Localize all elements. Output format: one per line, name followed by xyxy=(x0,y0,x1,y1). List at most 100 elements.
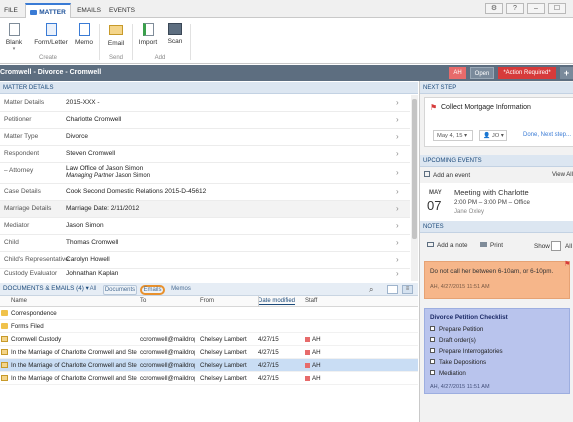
memo-button[interactable]: Memo xyxy=(73,23,95,46)
person-icon: 👤 xyxy=(483,133,491,139)
table-row-selected[interactable]: In the Marriage of Charlotte Cromwell an… xyxy=(0,359,418,372)
column-from[interactable]: From xyxy=(200,298,214,304)
folder-row[interactable]: Correspondence xyxy=(0,307,418,320)
done-next-step-link[interactable]: Done, Next step... xyxy=(523,132,571,138)
settings-button[interactable]: ⚙ xyxy=(485,3,503,14)
column-staff[interactable]: Staff xyxy=(305,298,317,304)
chevron-right-icon: › xyxy=(396,115,399,124)
maximize-button[interactable]: ☐ xyxy=(548,3,566,14)
chevron-right-icon: › xyxy=(396,149,399,158)
matter-row-matter-details[interactable]: Matter Details 2015-XXX - › xyxy=(0,95,410,112)
view-all-link[interactable]: View All xyxy=(552,172,573,178)
chevron-right-icon: › xyxy=(396,204,399,213)
column-to[interactable]: To xyxy=(140,298,146,304)
chevron-right-icon: › xyxy=(396,187,399,196)
email-button[interactable]: Email xyxy=(104,23,128,47)
print-button[interactable]: Print xyxy=(480,242,503,249)
matter-row-respondent[interactable]: Respondent Steven Cromwell › xyxy=(0,146,410,163)
next-step-date-picker[interactable]: May 4, 15 ▾ xyxy=(433,130,473,141)
filter-emails[interactable]: Emails xyxy=(140,285,165,295)
list-view-icon[interactable]: ≡ xyxy=(402,285,413,294)
envelope-icon xyxy=(109,25,123,35)
checklist-item[interactable]: Prepare Petition xyxy=(430,326,483,333)
checklist-item[interactable]: Mediation xyxy=(430,370,466,377)
checklist-item[interactable]: Prepare Interrogatories xyxy=(430,348,503,355)
checkbox[interactable] xyxy=(430,348,435,353)
checkbox[interactable] xyxy=(430,370,435,375)
folder-icon xyxy=(1,323,8,329)
show-dropdown[interactable] xyxy=(551,241,561,251)
blank-button[interactable]: Blank ▾ xyxy=(4,23,24,52)
chevron-right-icon: › xyxy=(396,168,399,177)
action-required-button[interactable]: *Action Required* xyxy=(498,67,556,79)
filter-all[interactable]: All xyxy=(87,285,99,295)
event-item[interactable]: MAY 07 Meeting with Charlotte 2:00 PM – … xyxy=(420,183,573,221)
ribbon-divider xyxy=(132,24,133,60)
matter-scrollbar[interactable] xyxy=(411,95,418,281)
filter-documents[interactable]: Documents xyxy=(103,285,137,295)
add-event-button[interactable]: Add an event xyxy=(424,171,470,179)
add-button[interactable]: + xyxy=(560,67,573,79)
staff-badge[interactable]: AH xyxy=(449,67,466,79)
assignee-picker[interactable]: 👤 JO ▾ xyxy=(479,130,507,141)
staff-color-swatch xyxy=(305,350,310,355)
note-card-checklist[interactable]: Divorce Petition Checklist Prepare Petit… xyxy=(424,308,570,394)
matter-row-attorney[interactable]: – Attorney Law Office of Jason Simon Man… xyxy=(0,163,410,184)
column-date-modified[interactable]: Date modified xyxy=(258,298,296,305)
form-letter-button[interactable]: Form/Letter xyxy=(33,23,69,46)
add-note-button[interactable]: Add a note xyxy=(427,242,467,249)
status-open-button[interactable]: Open xyxy=(470,67,494,79)
email-icon xyxy=(1,336,8,342)
import-icon xyxy=(142,23,154,36)
next-step-card: ⚑ Collect Mortgage Information May 4, 15… xyxy=(424,97,573,147)
matter-row-custody-evaluator[interactable]: Custody Evaluator Johnathan Kaplan › xyxy=(0,266,410,282)
checklist-item[interactable]: Take Depositions xyxy=(430,359,486,366)
filter-memos[interactable]: Memos xyxy=(169,285,193,295)
matter-details-heading: MATTER DETAILS xyxy=(0,82,418,94)
tab-events[interactable]: EVENTS xyxy=(107,3,137,18)
grid-view-icon[interactable] xyxy=(387,285,398,294)
tab-file[interactable]: FILE xyxy=(0,3,22,18)
matter-row-child[interactable]: Child Thomas Cromwell › xyxy=(0,235,410,252)
matter-row-petitioner[interactable]: Petitioner Charlotte Cromwell › xyxy=(0,112,410,129)
chevron-right-icon: › xyxy=(396,269,399,278)
checkbox[interactable] xyxy=(430,359,435,364)
matter-row-mediator[interactable]: Mediator Jason Simon › xyxy=(0,218,410,235)
column-name[interactable]: Name xyxy=(11,298,27,304)
matter-row-marriage-details[interactable]: Marriage Details Marriage Date: 2/11/201… xyxy=(0,201,410,218)
note-add-icon xyxy=(427,242,434,247)
chevron-right-icon: › xyxy=(396,98,399,107)
checklist-item[interactable]: Draft order(s) xyxy=(430,337,476,344)
table-row[interactable]: In the Marriage of Charlotte Cromwell an… xyxy=(0,372,418,385)
help-button[interactable]: ? xyxy=(506,3,524,14)
form-letter-icon xyxy=(45,23,57,36)
import-button[interactable]: Import xyxy=(136,23,160,46)
tab-matter[interactable]: MATTER xyxy=(25,3,71,18)
search-icon[interactable]: ⌕ xyxy=(369,285,373,295)
table-row[interactable]: In the Marriage of Charlotte Cromwell an… xyxy=(0,346,418,359)
matter-row-matter-type[interactable]: Matter Type Divorce › xyxy=(0,129,410,146)
note-card-orange[interactable]: Do not call her between 6-10am, or 6-10p… xyxy=(424,261,570,299)
checkbox[interactable] xyxy=(430,326,435,331)
right-panel: NEXT STEP ⚑ Collect Mortgage Information… xyxy=(419,81,573,422)
documents-heading[interactable]: DOCUMENTS & EMAILS (4) ▾ xyxy=(3,285,89,292)
ribbon-divider xyxy=(99,24,100,60)
tab-emails[interactable]: EMAILS xyxy=(74,3,104,18)
table-row[interactable]: Cromwell Custody ccromwell@maildrop Chel… xyxy=(0,333,418,346)
matter-row-case-details[interactable]: Case Details Cook Second Domestic Relati… xyxy=(0,184,410,201)
email-icon xyxy=(1,375,8,381)
group-label-send: Send xyxy=(108,55,123,61)
flag-icon: ⚑ xyxy=(430,103,438,112)
chevron-right-icon: › xyxy=(396,221,399,230)
next-step-title[interactable]: Collect Mortgage Information xyxy=(441,104,531,111)
group-label-add: Add xyxy=(154,55,166,61)
minimize-button[interactable]: – xyxy=(527,3,545,14)
documents-toolbar: DOCUMENTS & EMAILS (4) ▾ All Documents E… xyxy=(0,283,418,296)
chevron-right-icon: › xyxy=(396,255,399,264)
folder-icon xyxy=(1,310,8,316)
checkbox[interactable] xyxy=(430,337,435,342)
staff-color-swatch xyxy=(305,363,310,368)
scan-button[interactable]: Scan xyxy=(164,23,186,45)
scrollbar-thumb[interactable] xyxy=(412,99,417,239)
folder-row[interactable]: Forms Filed xyxy=(0,320,418,333)
